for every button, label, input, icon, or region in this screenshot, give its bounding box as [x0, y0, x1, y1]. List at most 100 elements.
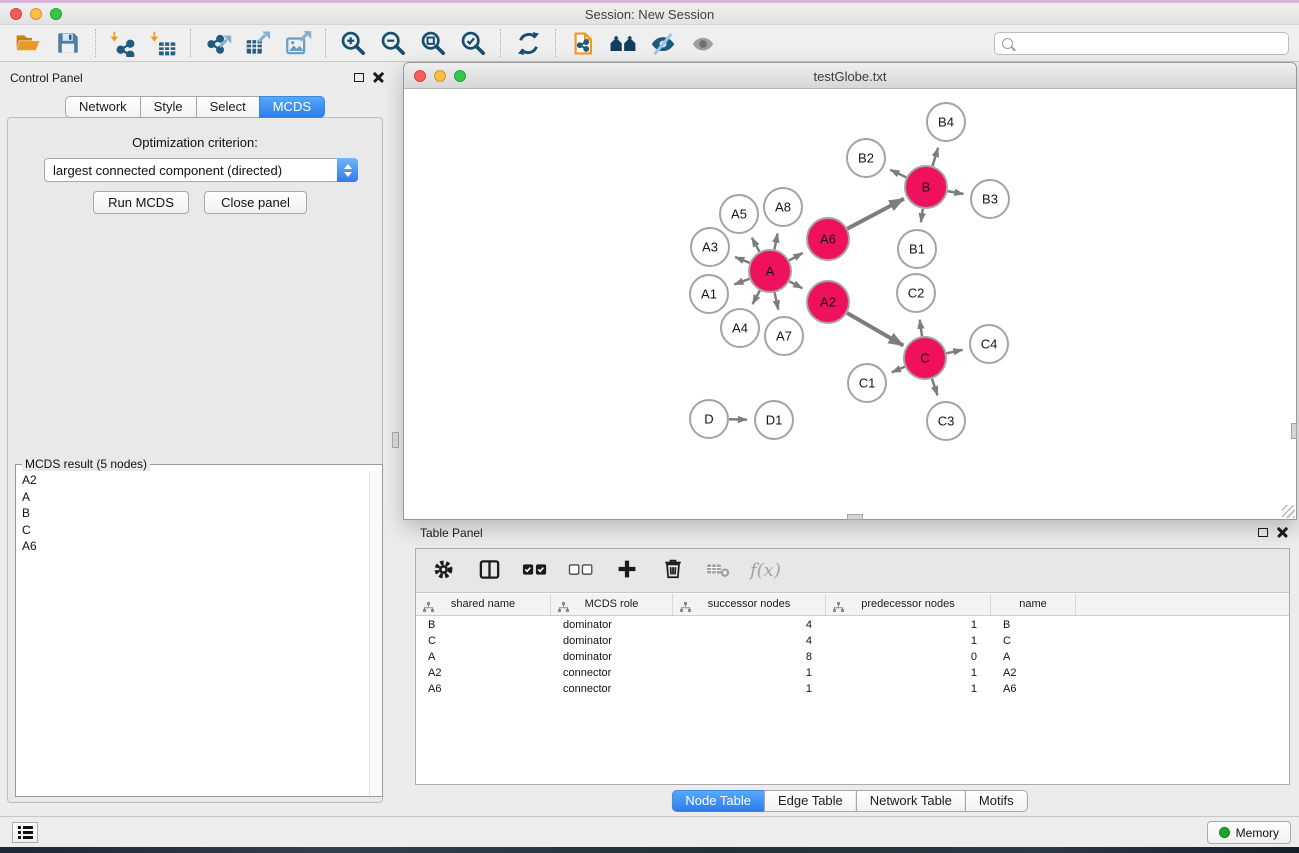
- run-mcds-button[interactable]: Run MCDS: [93, 191, 189, 214]
- search-input[interactable]: [1013, 33, 1288, 54]
- graph-edge[interactable]: [947, 350, 963, 354]
- graph-node-D1[interactable]: D1: [755, 401, 793, 439]
- graph-edge[interactable]: [920, 320, 922, 337]
- result-item[interactable]: A: [22, 489, 382, 506]
- column-header-predecessor-nodes[interactable]: predecessor nodes: [826, 594, 991, 615]
- graph-node-B3[interactable]: B3: [971, 180, 1009, 218]
- graph-edge[interactable]: [775, 293, 779, 310]
- close-panel-button[interactable]: Close panel: [204, 191, 307, 214]
- graph-node-A5[interactable]: A5: [720, 195, 758, 233]
- deselect-all-button[interactable]: [566, 555, 596, 587]
- graph-node-A[interactable]: A: [749, 250, 791, 292]
- graph-edge[interactable]: [921, 209, 923, 223]
- zoom-in-button[interactable]: [333, 27, 373, 59]
- graph-node-B1[interactable]: B1: [898, 230, 936, 268]
- graph-node-C3[interactable]: C3: [927, 402, 965, 440]
- graph-edge[interactable]: [789, 281, 802, 288]
- result-scrollbar[interactable]: [369, 471, 382, 796]
- result-item[interactable]: A6: [22, 538, 382, 555]
- export-network-button[interactable]: [198, 27, 238, 59]
- function-builder-icon[interactable]: f(x): [750, 560, 781, 581]
- show-column-button[interactable]: [474, 555, 504, 587]
- graph-edge[interactable]: [890, 170, 906, 178]
- select-all-button[interactable]: [520, 555, 550, 587]
- graph-node-A1[interactable]: A1: [690, 275, 728, 313]
- table-close-icon[interactable]: [1277, 527, 1288, 538]
- graph-node-A8[interactable]: A8: [764, 188, 802, 226]
- export-image-button[interactable]: [278, 27, 318, 59]
- table-row[interactable]: Adominator80A: [416, 649, 1289, 665]
- table-row[interactable]: Cdominator41C: [416, 633, 1289, 649]
- network-window-titlebar[interactable]: testGlobe.txt: [404, 63, 1296, 89]
- network-document-button[interactable]: [563, 27, 603, 59]
- import-network-button[interactable]: [103, 27, 143, 59]
- panel-splitter-handle[interactable]: [392, 432, 399, 448]
- table-float-icon[interactable]: [1258, 528, 1268, 537]
- preview-eye-button[interactable]: [683, 27, 723, 59]
- graph-edge[interactable]: [734, 279, 749, 285]
- close-panel-icon[interactable]: [373, 72, 384, 83]
- graph-node-C4[interactable]: C4: [970, 325, 1008, 363]
- table-row[interactable]: A6connector11A6: [416, 681, 1289, 697]
- graph-edge[interactable]: [932, 379, 938, 396]
- import-table-button[interactable]: [143, 27, 183, 59]
- network-canvas[interactable]: A5A8A3A1A4A7AA6A2B2B4BB3B1C2CC4C1C3DD1: [405, 90, 1295, 518]
- graph-node-C1[interactable]: C1: [848, 364, 886, 402]
- tab-network[interactable]: Network: [65, 96, 141, 118]
- zoom-selected-button[interactable]: [453, 27, 493, 59]
- zoom-out-button[interactable]: [373, 27, 413, 59]
- graph-node-A2[interactable]: A2: [807, 281, 849, 323]
- result-item[interactable]: C: [22, 522, 382, 539]
- refresh-button[interactable]: [508, 27, 548, 59]
- graph-node-D[interactable]: D: [690, 400, 728, 438]
- graph-edge[interactable]: [774, 234, 777, 250]
- graph-edge[interactable]: [753, 291, 760, 305]
- zoom-fit-button[interactable]: [413, 27, 453, 59]
- float-panel-icon[interactable]: [354, 73, 364, 82]
- graph-node-B4[interactable]: B4: [927, 103, 965, 141]
- save-session-button[interactable]: [48, 27, 88, 59]
- tab-motifs[interactable]: Motifs: [965, 790, 1028, 812]
- memory-button[interactable]: Memory: [1207, 821, 1291, 844]
- graph-edge[interactable]: [789, 253, 802, 260]
- delete-table-button[interactable]: [704, 555, 734, 587]
- graph-node-B2[interactable]: B2: [847, 139, 885, 177]
- graph-node-A4[interactable]: A4: [721, 309, 759, 347]
- table-row[interactable]: Bdominator41B: [416, 617, 1289, 633]
- tab-network-table[interactable]: Network Table: [856, 790, 966, 812]
- graph-node-A6[interactable]: A6: [807, 218, 849, 260]
- tab-node-table[interactable]: Node Table: [671, 790, 765, 812]
- result-item[interactable]: B: [22, 505, 382, 522]
- tab-select[interactable]: Select: [196, 96, 260, 118]
- task-history-button[interactable]: [12, 822, 38, 843]
- export-table-button[interactable]: [238, 27, 278, 59]
- home-views-button[interactable]: [603, 27, 643, 59]
- criterion-select[interactable]: largest connected component (directed): [44, 158, 358, 182]
- resize-grip-icon[interactable]: [1282, 505, 1295, 518]
- column-header-name[interactable]: name: [991, 594, 1076, 615]
- open-session-button[interactable]: [8, 27, 48, 59]
- graph-node-C[interactable]: C: [904, 337, 946, 379]
- graph-node-C2[interactable]: C2: [897, 274, 935, 312]
- result-item[interactable]: A2: [22, 472, 382, 489]
- tab-style[interactable]: Style: [140, 96, 197, 118]
- vertical-scroll-handle[interactable]: [1291, 423, 1297, 439]
- graph-node-B[interactable]: B: [905, 166, 947, 208]
- column-header-shared-name[interactable]: shared name: [416, 594, 551, 615]
- delete-column-button[interactable]: [658, 555, 688, 587]
- toggle-visibility-button[interactable]: [643, 27, 683, 59]
- graph-edge[interactable]: [847, 199, 904, 229]
- graph-edge[interactable]: [735, 257, 750, 263]
- graph-node-A3[interactable]: A3: [691, 228, 729, 266]
- tab-edge-table[interactable]: Edge Table: [764, 790, 857, 812]
- graph-edge[interactable]: [847, 313, 903, 346]
- tab-mcds[interactable]: MCDS: [259, 96, 325, 118]
- graph-edge[interactable]: [948, 191, 964, 194]
- column-header-MCDS-role[interactable]: MCDS role: [551, 594, 673, 615]
- graph-edge[interactable]: [892, 367, 905, 373]
- graph-edge[interactable]: [933, 148, 939, 166]
- table-row[interactable]: A2connector11A2: [416, 665, 1289, 681]
- graph-edge[interactable]: [752, 238, 760, 252]
- column-header-successor-nodes[interactable]: successor nodes: [673, 594, 826, 615]
- create-column-button[interactable]: [612, 555, 642, 587]
